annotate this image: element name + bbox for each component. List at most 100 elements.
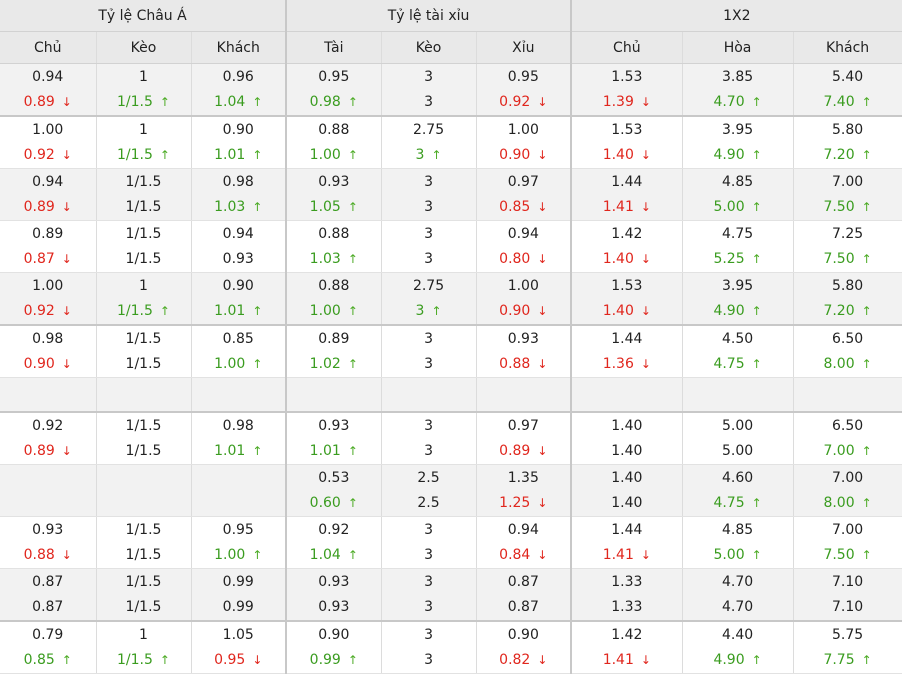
current-value: 7.20 ↑ [794,143,902,168]
current-value-text: 4.90 [713,303,745,319]
current-value: 1.04 ↑ [287,543,381,568]
current-value-text: 1.01 [309,443,341,459]
opening-value: 0.87 [507,574,539,590]
current-value-text: 3 [424,443,433,459]
current-value: 3 [382,90,476,115]
current-value: 0.90 ↓ [477,299,571,324]
opening-value: 1.42 [611,226,643,242]
opening-value: 6.50 [831,418,864,434]
arrow-down-icon: ↓ [61,95,72,109]
arrow-up-icon: ↑ [252,95,263,109]
arrow-up-icon: ↑ [861,148,872,162]
current-value-text: 7.50 [823,547,855,563]
opening-value: 1.42 [611,627,643,643]
current-value-text: 1/1.5 [125,547,162,563]
opening-value: 7.00 [831,522,864,538]
current-value: 4.70 ↑ [683,90,793,115]
current-value: 1/1.5 ↑ [97,648,191,673]
opening-value: 0.90 [222,122,254,138]
current-value-text: 1.40 [602,251,634,267]
column-header-home: Chủ [0,31,97,64]
odds-cell-handicap: 1/1.5 1/1.5 [96,412,192,465]
opening-value: 3 [424,418,433,434]
current-value-text: 1.41 [602,652,634,668]
current-value: 1.41 ↓ [572,648,682,673]
opening-value: 1.05 [222,627,254,643]
opening-value: 1.40 [611,418,643,434]
odds-cell-away: 0.95 1.00 ↑ [191,516,288,569]
current-value: 1/1.5 [97,352,191,377]
odds-cell-handicap: 1/1.5 1/1.5 [96,325,192,378]
arrow-up-icon: ↑ [252,200,263,214]
current-value-text: 3 [415,303,425,319]
current-value: 1/1.5 [97,439,191,464]
group-header-over-under: Tỷ lệ tài xỉu [286,0,573,32]
opening-value: 1.53 [611,278,643,294]
odds-cell-away: 0.96 1.04 ↑ [191,63,288,117]
opening-value: 1.53 [611,69,643,85]
arrow-down-icon: ↓ [61,304,72,318]
current-value-text: 5.00 [713,199,745,215]
odds-table: Tỷ lệ Châu Á Tỷ lệ tài xỉu 1X2 Chủ Kèo K… [0,0,902,674]
arrow-up-icon: ↑ [347,304,358,318]
arrow-down-icon: ↓ [537,200,548,214]
current-value-text: 1.04 [309,547,341,563]
column-header-away-win: Khách [793,31,902,64]
odds-cell-away-win: 7.10 7.10 [793,568,902,622]
opening-value: 0.93 [318,574,350,590]
arrow-up-icon: ↑ [751,653,762,667]
arrow-down-icon: ↓ [537,496,548,510]
odds-cell-home: 0.79 0.85 ↑ [0,621,97,674]
opening-value: 1.53 [611,122,643,138]
odds-cell-line: 33 [381,325,477,378]
odds-cell-away-win: 6.50 7.00 ↑ [793,412,902,465]
current-value-text: 0.95 [214,652,246,668]
current-value: 1.40 [572,491,682,516]
odds-cell-away-win: 5.80 7.20 ↑ [793,272,902,326]
column-header-home-win: Chủ [571,31,683,64]
odds-cell-handicap: 1/1.5 1/1.5 [96,168,192,221]
arrow-down-icon: ↓ [640,95,651,109]
current-value: 0.87 [0,595,96,620]
odds-cell-home-win: 1.44 1.41 ↓ [571,168,683,221]
arrow-down-icon: ↓ [640,148,651,162]
current-value-text: 1.33 [611,599,643,615]
odds-cell-home: 0.89 0.87 ↓ [0,220,97,273]
odds-cell-handicap: 1/1.5 1/1.5 [96,568,192,622]
opening-value: 1.44 [611,174,643,190]
arrow-up-icon: ↑ [347,444,358,458]
opening-value: 1.00 [32,122,64,138]
arrow-down-icon: ↓ [640,548,651,562]
current-value-text: 0.89 [23,94,55,110]
opening-value: 6.50 [831,331,864,347]
current-value: 0.92 ↓ [477,90,571,115]
odds-row: 0.93 0.88 ↓ 1/1.5 1/1.5 0.95 1.00 ↑ 0.92 1.04 ↑ 3 3 0… [0,516,902,569]
current-value-text: 5.00 [713,547,745,563]
current-value: 1/1.5 [97,543,191,568]
odds-cell-home: 0.87 0.87 [0,568,97,622]
current-value-text: 0.89 [499,443,531,459]
odds-cell-under: 1.35 1.25 ↓ [476,464,573,517]
odds-cell-line: 33 [381,168,477,221]
current-value-text: 1.00 [214,356,246,372]
opening-value: 0.93 [318,174,350,190]
odds-cell-under: 0.97 0.85 ↓ [476,168,573,221]
arrow-up-icon: ↑ [347,200,358,214]
odds-cell-line: 33 [381,220,477,273]
opening-value: 5.00 [721,418,754,434]
odds-cell-under: 0.93 0.88 ↓ [476,325,573,378]
current-value-text: 0.85 [499,199,531,215]
arrow-down-icon: ↓ [61,357,72,371]
current-value-text: 0.89 [23,443,55,459]
opening-value: 3 [424,627,433,643]
arrow-up-icon: ↑ [347,653,358,667]
arrow-up-icon: ↑ [347,548,358,562]
opening-value: 0.90 [318,627,350,643]
opening-value: 0.87 [32,574,64,590]
arrow-down-icon: ↓ [640,200,651,214]
odds-cell-home: 0.93 0.88 ↓ [0,516,97,569]
arrow-up-icon: ↑ [861,357,872,371]
odds-cell-over: 0.88 1.03 ↑ [286,220,382,273]
current-value: 7.00 ↑ [794,439,902,464]
opening-value: 4.75 [721,226,754,242]
